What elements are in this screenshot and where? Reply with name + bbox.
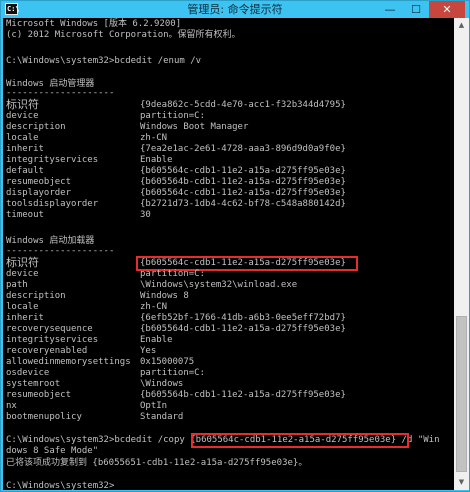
highlight-box: [191, 433, 409, 448]
entry-value: partition=C:: [140, 368, 206, 378]
entry-key: path: [6, 280, 28, 290]
entry-value: Standard: [140, 412, 184, 422]
identifier-label: 标识符: [6, 256, 39, 269]
entry-value: zh-CN: [140, 302, 168, 312]
minimize-button[interactable]: —: [377, 1, 403, 18]
entry-key: nx: [6, 401, 17, 411]
entry-value: {7ea2e1ac-2e61-4728-aaa3-896d9d0a9f0e}: [140, 144, 346, 154]
command-copy-prefix: C:\Windows\system32>bcdedit /copy: [6, 435, 191, 445]
copyright-line: (c) 2012 Microsoft Corporation。保留所有权利。: [6, 30, 241, 40]
entry-key: toolsdisplayorder: [6, 199, 99, 209]
entry-key: description: [6, 291, 66, 301]
entry-key: recoverysequence: [6, 324, 93, 334]
entry-value: {b605564b-cdb1-11e2-a15a-d275ff95e03e}: [140, 390, 346, 400]
entry-key: allowedinmemorysettings: [6, 357, 131, 367]
close-button[interactable]: ✕: [429, 1, 465, 18]
entry-value: \Windows\system32\winload.exe: [140, 280, 298, 290]
entry-key: device: [6, 269, 39, 279]
entry-key: systemroot: [6, 379, 61, 389]
maximize-button[interactable]: ☐: [403, 1, 429, 18]
entry-key: default: [6, 166, 44, 176]
version-line: Microsoft Windows [版本 6.2.9200]: [6, 19, 182, 29]
entry-value: {6efb52bf-1766-41db-a6b3-0ee5eff72bd7}: [140, 313, 346, 323]
entry-value: partition=C:: [140, 111, 206, 121]
entry-value: zh-CN: [140, 133, 168, 143]
window-controls: — ☐ ✕: [377, 1, 465, 18]
entry-key: locale: [6, 302, 39, 312]
entry-value: partition=C:: [140, 269, 206, 279]
entry-key: device: [6, 111, 39, 121]
copy-result-line: 已将该项成功复制到 {b6055651-cdb1-11e2-a15a-d275f…: [6, 458, 308, 468]
entry-value: \Windows: [140, 379, 184, 389]
entry-key: inherit: [6, 313, 44, 323]
command-copy-wrap: dows 8 Safe Mode": [6, 446, 99, 456]
command-prompt[interactable]: C:\Windows\system32>: [6, 481, 114, 490]
entry-key: osdevice: [6, 368, 50, 378]
entry-value: {b605564b-cdb1-11e2-a15a-d275ff95e03e}: [140, 177, 346, 187]
entry-value: Windows 8: [140, 291, 189, 301]
entry-key: bootmenupolicy: [6, 412, 82, 422]
entry-key: resumeobject: [6, 177, 72, 187]
entry-value: Enable: [140, 335, 173, 345]
command-enum: C:\Windows\system32>bcdedit /enum /v: [6, 56, 202, 66]
entry-value: Windows Boot Manager: [140, 122, 249, 132]
scroll-down-icon[interactable]: ▼: [454, 475, 469, 490]
title-bar[interactable]: C:\ 管理员: 命令提示符 — ☐ ✕: [1, 1, 469, 18]
entry-value: Enable: [140, 155, 173, 165]
identifier-value: {9dea862c-5cdd-4e70-acc1-f32b344d4795}: [140, 100, 346, 110]
entry-value: 30: [140, 210, 151, 220]
identifier-label: 标识符: [6, 98, 39, 111]
entry-key: recoveryenabled: [6, 346, 88, 356]
console-output[interactable]: Microsoft Windows [版本 6.2.9200] (c) 2012…: [3, 18, 454, 490]
command-prompt-window: C:\ 管理员: 命令提示符 — ☐ ✕ Microsoft Windows […: [0, 0, 470, 492]
entry-value: {b605564c-cdb1-11e2-a15a-d275ff95e03e}: [140, 166, 346, 176]
entry-key: resumeobject: [6, 390, 72, 400]
entry-value: {b605564d-cdb1-11e2-a15a-d275ff95e03e}: [140, 324, 346, 334]
entry-key: timeout: [6, 210, 44, 220]
vertical-scrollbar[interactable]: ▲ ▼: [454, 18, 469, 490]
entry-key: inherit: [6, 144, 44, 154]
scroll-up-icon[interactable]: ▲: [454, 18, 469, 33]
entry-value: {b2721d73-1db4-4c62-bf78-c548a880142d}: [140, 199, 346, 209]
entry-key: integrityservices: [6, 155, 99, 165]
entry-key: integrityservices: [6, 335, 99, 345]
scrollbar-thumb[interactable]: [456, 316, 467, 472]
entry-key: locale: [6, 133, 39, 143]
entry-key: displayorder: [6, 188, 72, 198]
entry-value: OptIn: [140, 401, 168, 411]
entry-value: {b605564c-cdb1-11e2-a15a-d275ff95e03e}: [140, 188, 346, 198]
entry-key: description: [6, 122, 66, 132]
entry-value: Yes: [140, 346, 157, 356]
entry-value: 0x15000075: [140, 357, 195, 367]
